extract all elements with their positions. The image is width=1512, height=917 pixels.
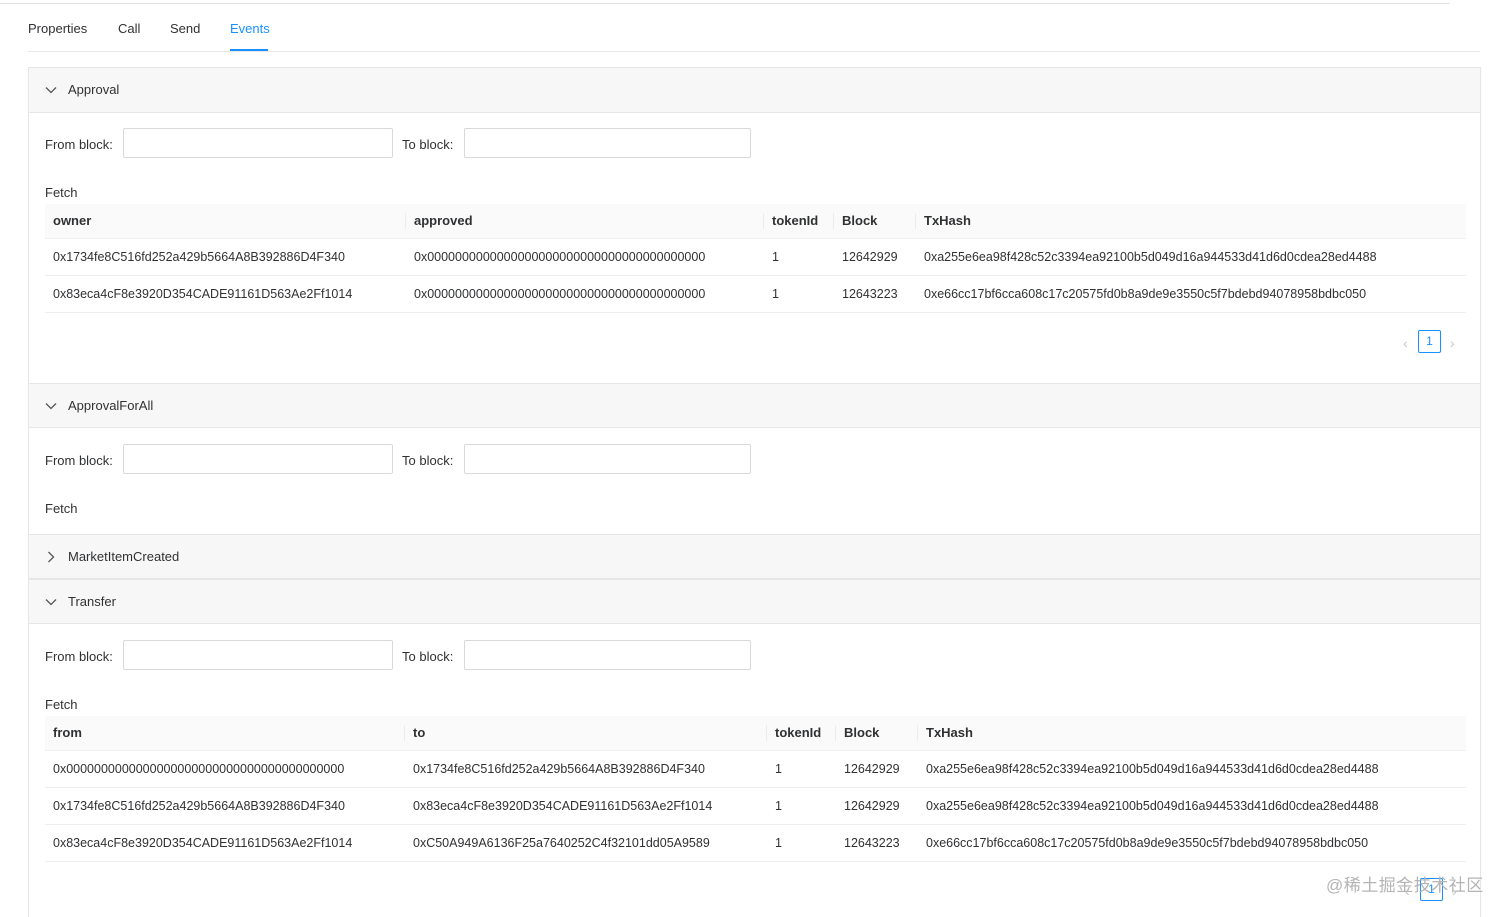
tokenid-cell: 1: [764, 238, 834, 276]
block-cell: 12642929: [836, 750, 918, 788]
approvalforall-fetch-button[interactable]: Fetch: [45, 501, 78, 516]
tab-bar: Properties Call Send Events: [28, 8, 1480, 52]
watermark: @稀土掘金技术社区: [1326, 876, 1484, 895]
next-page-icon[interactable]: ›: [1450, 335, 1460, 351]
block-cell: 12643223: [834, 275, 916, 313]
approvalforall-to-block-input[interactable]: [464, 444, 751, 474]
panel-header-transfer[interactable]: Transfer: [29, 579, 1480, 624]
to-block-label: To block:: [402, 453, 454, 468]
approved-cell: 0x00000000000000000000000000000000000000…: [406, 238, 764, 276]
panel-header-approval[interactable]: Approval: [29, 68, 1480, 113]
events-collapse: Approval From block: To block: Fetch own…: [28, 67, 1481, 917]
tab-send[interactable]: Send: [170, 21, 200, 36]
from-cell: 0x83eca4cF8e3920D354CADE91161D563Ae2Ff10…: [45, 824, 405, 862]
to-block-label: To block:: [402, 649, 454, 664]
chevron-down-icon: [45, 403, 57, 410]
top-divider: [0, 0, 1450, 4]
txhash-cell: 0xa255e6ea98f428c52c3394ea92100b5d049d16…: [918, 787, 1466, 825]
approval-pagination: ‹ 1 ›: [1403, 330, 1455, 354]
page-number-button[interactable]: 1: [1418, 330, 1441, 353]
from-block-label: From block:: [45, 453, 113, 468]
column-header-txhash: TxHash: [916, 204, 1466, 239]
tokenid-cell: 1: [764, 275, 834, 313]
approval-to-block-input[interactable]: [464, 128, 751, 158]
chevron-right-icon: [48, 551, 55, 563]
table-row: 0x83eca4cF8e3920D354CADE91161D563Ae2Ff10…: [45, 824, 1466, 862]
table-row: 0x1734fe8C516fd252a429b5664A8B392886D4F3…: [45, 238, 1466, 276]
block-cell: 12642929: [834, 238, 916, 276]
tokenid-cell: 1: [767, 787, 836, 825]
column-header-tokenid: tokenId: [767, 716, 836, 751]
owner-cell: 0x1734fe8C516fd252a429b5664A8B392886D4F3…: [45, 238, 406, 276]
to-cell: 0x83eca4cF8e3920D354CADE91161D563Ae2Ff10…: [405, 787, 767, 825]
transfer-from-block-input[interactable]: [123, 640, 393, 670]
from-block-label: From block:: [45, 649, 113, 664]
active-tab-indicator: [230, 49, 268, 51]
from-block-label: From block:: [45, 137, 113, 152]
table-header-row: owner approved tokenId Block TxHash: [45, 204, 1466, 239]
column-header-to: to: [405, 716, 767, 751]
txhash-cell: 0xa255e6ea98f428c52c3394ea92100b5d049d16…: [916, 238, 1466, 276]
column-header-from: from: [45, 716, 405, 751]
chevron-down-icon: [45, 599, 57, 606]
tab-call[interactable]: Call: [118, 21, 140, 36]
table-row: 0x1734fe8C516fd252a429b5664A8B392886D4F3…: [45, 787, 1466, 825]
transfer-to-block-input[interactable]: [464, 640, 751, 670]
tokenid-cell: 1: [767, 750, 836, 788]
to-cell: 0x1734fe8C516fd252a429b5664A8B392886D4F3…: [405, 750, 767, 788]
column-header-txhash: TxHash: [918, 716, 1466, 751]
approval-events-table: owner approved tokenId Block TxHash 0x17…: [45, 204, 1466, 313]
txhash-cell: 0xa255e6ea98f428c52c3394ea92100b5d049d16…: [918, 750, 1466, 788]
to-cell: 0xC50A949A6136F25a7640252C4f32101dd05A95…: [405, 824, 767, 862]
chevron-down-icon: [45, 87, 57, 94]
column-header-owner: owner: [45, 204, 406, 239]
column-header-block: Block: [836, 716, 918, 751]
txhash-cell: 0xe66cc17bf6cca608c17c20575fd0b8a9de9e35…: [916, 275, 1466, 313]
table-row: 0x83eca4cF8e3920D354CADE91161D563Ae2Ff10…: [45, 275, 1466, 313]
table-row: 0x00000000000000000000000000000000000000…: [45, 750, 1466, 788]
block-cell: 12642929: [836, 787, 918, 825]
table-header-row: from to tokenId Block TxHash: [45, 716, 1466, 751]
approval-fetch-button[interactable]: Fetch: [45, 185, 78, 200]
tab-events[interactable]: Events: [230, 21, 270, 36]
column-header-approved: approved: [406, 204, 764, 239]
column-header-tokenid: tokenId: [764, 204, 834, 239]
approvalforall-from-block-input[interactable]: [123, 444, 393, 474]
panel-title-transfer: Transfer: [68, 594, 116, 609]
panel-header-approvalforall[interactable]: ApprovalForAll: [29, 383, 1480, 428]
column-header-block: Block: [834, 204, 916, 239]
panel-title-marketitemcreated: MarketItemCreated: [68, 549, 180, 564]
from-cell: 0x00000000000000000000000000000000000000…: [45, 750, 405, 788]
from-cell: 0x1734fe8C516fd252a429b5664A8B392886D4F3…: [45, 787, 405, 825]
owner-cell: 0x83eca4cF8e3920D354CADE91161D563Ae2Ff10…: [45, 275, 406, 313]
block-cell: 12643223: [836, 824, 918, 862]
panel-title-approval: Approval: [68, 82, 120, 97]
transfer-events-table: from to tokenId Block TxHash 0x000000000…: [45, 716, 1466, 862]
panel-header-marketitemcreated[interactable]: MarketItemCreated: [29, 534, 1480, 579]
txhash-cell: 0xe66cc17bf6cca608c17c20575fd0b8a9de9e35…: [918, 824, 1466, 862]
panel-title-approvalforall: ApprovalForAll: [68, 398, 154, 413]
tab-properties[interactable]: Properties: [28, 21, 87, 36]
transfer-fetch-button[interactable]: Fetch: [45, 697, 78, 712]
prev-page-icon[interactable]: ‹: [1403, 335, 1413, 351]
tokenid-cell: 1: [767, 824, 836, 862]
approval-from-block-input[interactable]: [123, 128, 393, 158]
to-block-label: To block:: [402, 137, 454, 152]
approved-cell: 0x00000000000000000000000000000000000000…: [406, 275, 764, 313]
